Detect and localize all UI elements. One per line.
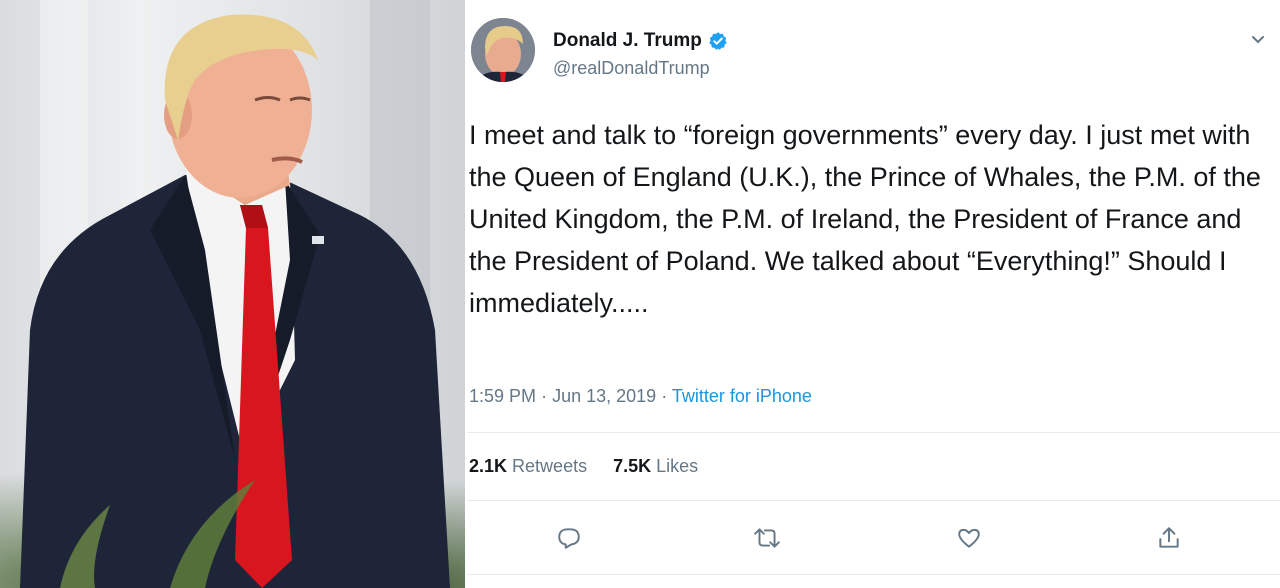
user-handle[interactable]: @realDonaldTrump — [553, 58, 710, 79]
avatar[interactable] — [471, 18, 535, 82]
share-icon[interactable] — [1153, 522, 1185, 554]
retweets-stat[interactable]: 2.1K Retweets — [469, 456, 587, 477]
likes-label: Likes — [656, 456, 699, 476]
heart-icon[interactable] — [953, 522, 985, 554]
tweet-card: Donald J. Trump @realDonaldTrump I meet … — [467, 0, 1280, 588]
tweet-metadata: 1:59 PM · Jun 13, 2019 · Twitter for iPh… — [469, 386, 812, 407]
engagement-stats: 2.1K Retweets 7.5K Likes — [469, 456, 698, 477]
retweets-label: Retweets — [512, 456, 588, 476]
reply-icon[interactable] — [553, 522, 585, 554]
meta-separator: · — [661, 386, 668, 406]
tweet-text: I meet and talk to “foreign governments”… — [469, 120, 1261, 318]
likes-stat[interactable]: 7.5K Likes — [613, 456, 698, 477]
tweet-source-link[interactable]: Twitter for iPhone — [672, 386, 812, 406]
divider-line — [467, 500, 1280, 501]
tweet-date[interactable]: Jun 13, 2019 — [552, 386, 656, 406]
meta-separator: · — [541, 386, 548, 406]
chevron-down-icon[interactable] — [1249, 30, 1267, 48]
lapel-pin — [312, 236, 324, 244]
retweets-count: 2.1K — [469, 456, 508, 476]
divider-line — [467, 432, 1280, 433]
photo-panel — [0, 0, 465, 588]
divider-line — [467, 574, 1280, 575]
verified-badge-icon — [708, 31, 728, 51]
author-name-row: Donald J. Trump — [553, 30, 728, 52]
retweet-icon[interactable] — [751, 522, 783, 554]
tweet-time[interactable]: 1:59 PM — [469, 386, 536, 406]
tweet-actions — [467, 522, 1280, 558]
display-name[interactable]: Donald J. Trump — [553, 30, 702, 52]
person-photo — [20, 14, 450, 588]
likes-count: 7.5K — [613, 456, 652, 476]
